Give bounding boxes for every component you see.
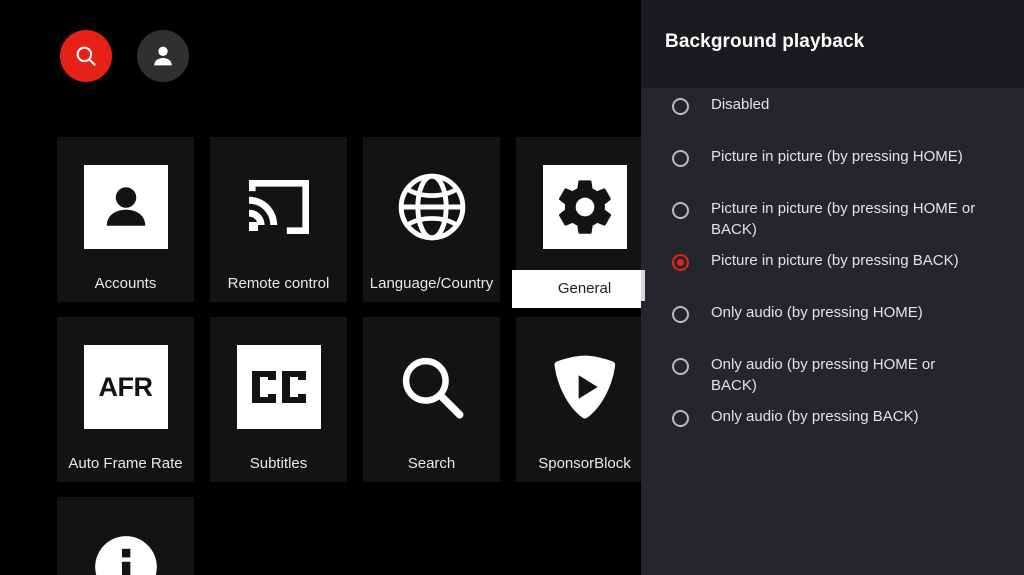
radio-button-icon[interactable] [672,150,689,167]
cast-icon [248,180,309,234]
search-icon [402,357,463,419]
dialog-header: Background playback [641,0,1024,88]
tile-accounts[interactable]: Accounts [57,137,194,302]
option-row-audio-back[interactable]: Only audio (by pressing BACK) [641,400,1024,452]
tile-label: Accounts [94,275,157,292]
tile-about[interactable] [57,497,194,575]
person-icon [83,165,168,249]
tile-general[interactable]: General [512,137,641,308]
tile-label: Subtitles [249,455,308,472]
options-radio-group: Disabled Picture in picture (by pressing… [641,88,1024,452]
account-button[interactable] [137,30,189,82]
tile-auto-frame-rate[interactable]: AFR Auto Frame Rate [57,317,194,482]
option-row-pip-home-or-back[interactable]: Picture in picture (by pressing HOME or … [641,192,1024,244]
background-playback-dialog: Background playback Disabled Picture in … [641,0,1024,575]
radio-button-icon[interactable] [672,306,689,323]
globe-icon [398,173,465,241]
radio-button-icon[interactable] [672,410,689,427]
tile-icon [543,345,627,429]
tile-icon [237,165,321,249]
radio-button-icon[interactable] [672,98,689,115]
tile-language-country[interactable]: Language/Country [363,137,500,302]
radio-button-icon[interactable] [672,358,689,375]
option-label: Picture in picture (by pressing HOME) [711,148,963,165]
tile-label: General [512,270,641,308]
tile-icon [390,345,474,429]
option-label: Picture in picture (by pressing HOME or … [711,200,976,238]
option-row-audio-home-or-back[interactable]: Only audio (by pressing HOME or BACK) [641,348,1024,400]
search-icon [76,46,96,66]
option-row-pip-back[interactable]: Picture in picture (by pressing BACK) [641,244,1024,296]
option-row-pip-home[interactable]: Picture in picture (by pressing HOME) [641,140,1024,192]
tile-label: Auto Frame Rate [68,455,183,472]
top-action-buttons [60,30,189,82]
option-row-audio-home[interactable]: Only audio (by pressing HOME) [641,296,1024,348]
gear-icon [542,165,627,249]
tile-row [57,497,641,575]
afr-icon: AFR [83,345,168,429]
tile-row: Accounts Remote control Language/Country… [57,137,641,308]
settings-grid-area: Accounts Remote control Language/Country… [0,0,641,575]
option-label: Only audio (by pressing HOME) [711,304,923,321]
tile-remote-control[interactable]: Remote control [210,137,347,302]
tile-icon [542,165,627,249]
tile-icon [83,165,168,249]
person-icon [154,46,172,66]
radio-button-icon[interactable] [672,202,689,219]
tile-label: Search [407,455,456,472]
tile-icon [84,525,168,575]
settings-tile-grid: Accounts Remote control Language/Country… [57,137,641,575]
radio-button-selected-icon[interactable] [672,254,689,271]
tile-icon: AFR [83,345,168,429]
search-button[interactable] [60,30,112,82]
tile-label: Remote control [227,275,330,292]
tile-icon [390,165,474,249]
closed-caption-icon [236,345,321,429]
dialog-scrollbar-thumb[interactable] [641,270,645,301]
tile-sponsorblock[interactable]: SponsorBlock [516,317,641,482]
info-icon [94,536,157,575]
tile-subtitles[interactable]: Subtitles [210,317,347,482]
tile-search[interactable]: Search [363,317,500,482]
option-label: Only audio (by pressing HOME or BACK) [711,356,936,394]
sponsorblock-shield-icon [554,355,615,419]
option-row-disabled[interactable]: Disabled [641,88,1024,140]
option-label: Only audio (by pressing BACK) [711,408,919,425]
option-label: Picture in picture (by pressing BACK) [711,252,959,269]
tile-label: SponsorBlock [538,455,631,472]
option-label: Disabled [711,96,770,113]
app-screen: Accounts Remote control Language/Country… [0,0,1024,575]
tile-row: AFR Auto Frame Rate Subtitles Search Spo… [57,317,641,482]
tile-icon [236,345,321,429]
tile-label: Language/Country [369,275,494,292]
dialog-title: Background playback [665,31,865,52]
